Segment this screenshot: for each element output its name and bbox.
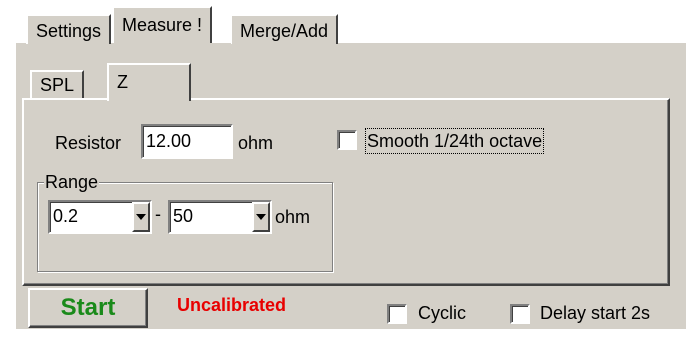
delay-start-checkbox[interactable]: [510, 304, 530, 324]
range-max-select[interactable]: 50: [168, 200, 272, 234]
start-button[interactable]: Start: [28, 288, 148, 328]
smooth-checkbox[interactable]: [337, 130, 357, 150]
resistor-label: Resistor: [55, 133, 122, 153]
range-separator: -: [155, 204, 161, 224]
smooth-label[interactable]: Smooth 1/24th octave: [364, 128, 545, 154]
resistor-unit-label: ohm: [238, 133, 274, 153]
range-unit-label: ohm: [275, 207, 311, 227]
range-max-value: 50: [173, 206, 194, 226]
tab-measure[interactable]: Measure !: [112, 6, 213, 43]
subtab-spl[interactable]: SPL: [30, 70, 85, 100]
range-min-value: 0.2: [53, 206, 79, 226]
tab-settings[interactable]: Settings: [26, 14, 112, 44]
resistor-input[interactable]: 12.00: [141, 124, 233, 159]
calibration-status: Uncalibrated: [177, 295, 287, 315]
range-min-dropdown-button[interactable]: [132, 202, 150, 232]
tab-merge-add[interactable]: Merge/Add: [231, 14, 339, 44]
subtab-z[interactable]: Z: [107, 63, 191, 101]
range-title: Range: [44, 171, 100, 193]
chevron-down-icon: [136, 214, 146, 220]
chevron-down-icon: [256, 214, 266, 220]
range-max-dropdown-button[interactable]: [252, 202, 270, 232]
range-min-select[interactable]: 0.2: [48, 200, 152, 234]
delay-start-label: Delay start 2s: [540, 303, 651, 323]
cyclic-label: Cyclic: [418, 303, 466, 323]
cyclic-checkbox[interactable]: [387, 304, 407, 324]
